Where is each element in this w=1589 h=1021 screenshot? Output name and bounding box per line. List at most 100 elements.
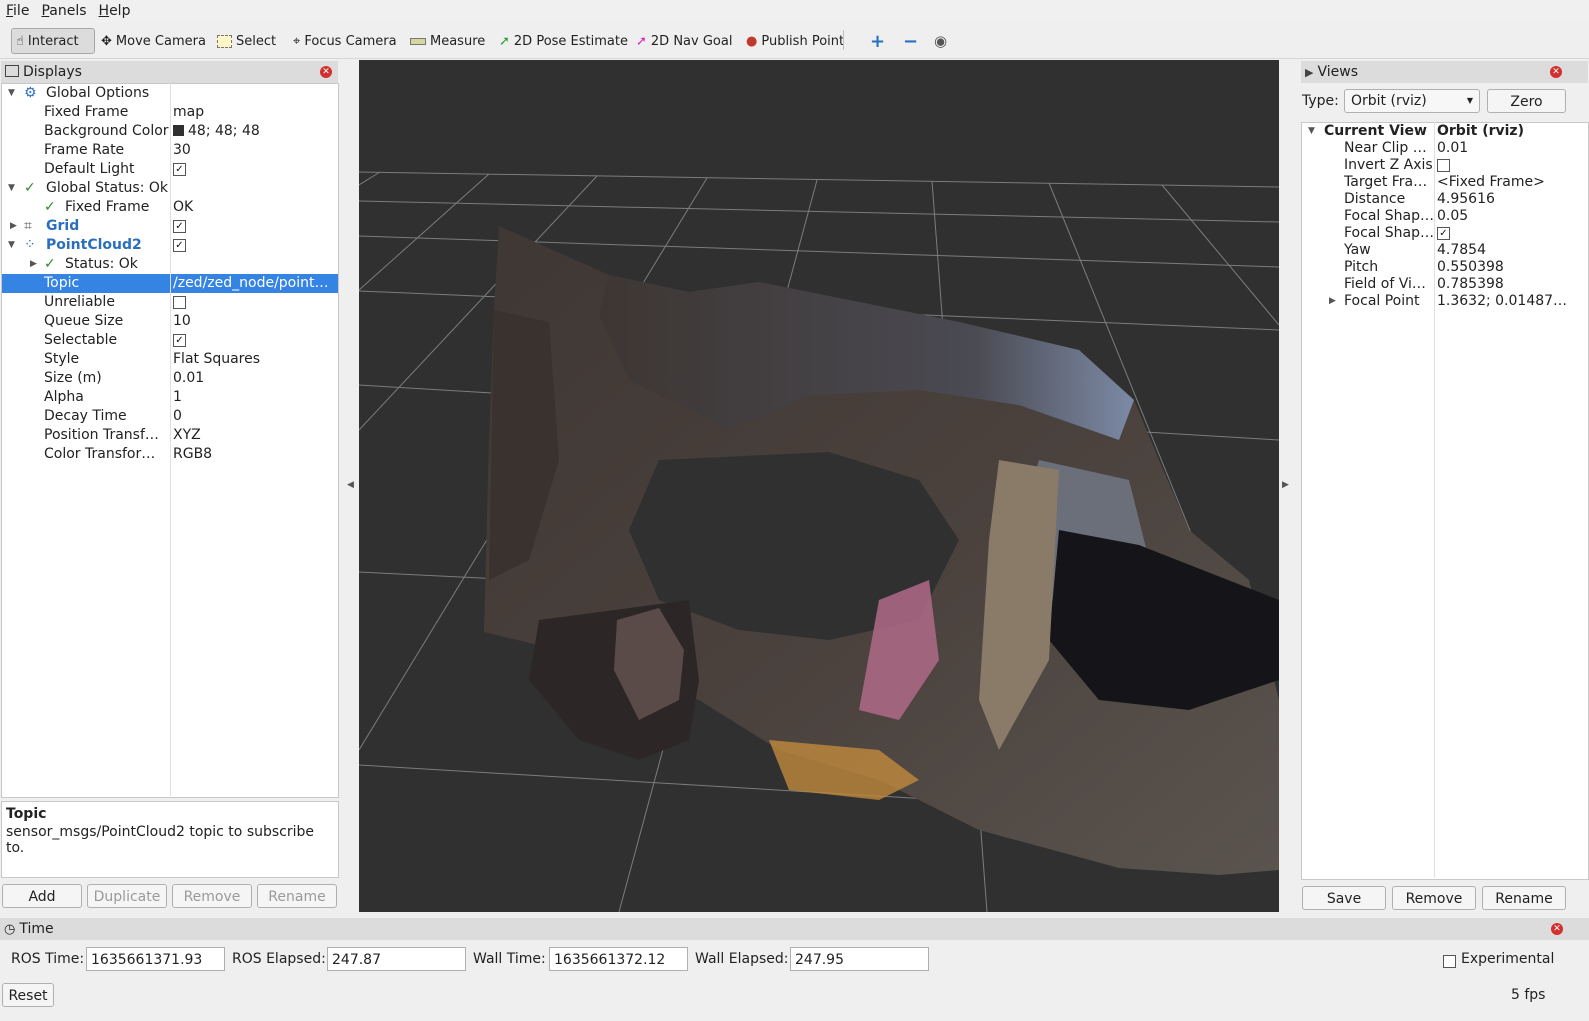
default-light-checkbox[interactable]: ✓ (173, 162, 186, 176)
move-arrows-icon: ✥ (101, 33, 112, 49)
target-frame-value[interactable]: <Fixed Frame> (1437, 174, 1585, 191)
eye-icon[interactable]: ◉ (934, 28, 947, 54)
color-transformer-value[interactable]: RGB8 (173, 445, 333, 464)
tree-row-pitch[interactable]: Pitch 0.550398 (1302, 259, 1588, 276)
description-title: Topic (6, 806, 47, 822)
tree-row-near-clip[interactable]: Near Clip … 0.01 (1302, 140, 1588, 157)
tree-row-field-of-view[interactable]: Field of Vi… 0.785398 (1302, 276, 1588, 293)
focus-camera-tool[interactable]: ⌖ Focus Camera (293, 28, 397, 54)
move-camera-tool[interactable]: ✥ Move Camera (101, 28, 206, 54)
remove-tool-minus-icon[interactable]: − (903, 28, 918, 54)
collapse-left-icon[interactable]: ◀ (347, 480, 354, 490)
fixed-frame-value[interactable]: map (173, 103, 333, 122)
queue-size-value[interactable]: 10 (173, 312, 333, 331)
global-status-label: Global Status: Ok (46, 180, 169, 196)
close-icon[interactable]: ✕ (320, 66, 332, 78)
yaw-value[interactable]: 4.7854 (1437, 242, 1585, 259)
nav-goal-tool[interactable]: ➚ 2D Nav Goal (636, 28, 732, 54)
view-type-label: Type: (1302, 93, 1339, 109)
pitch-value[interactable]: 0.550398 (1437, 259, 1585, 276)
focal-point-value[interactable]: 1.3632; 0.01487… (1437, 293, 1585, 310)
experimental-label: Experimental (1461, 951, 1555, 967)
displays-title-bar: Displays ✕ (1, 61, 338, 83)
select-tool[interactable]: Select (217, 28, 276, 54)
chevron-right-icon[interactable]: ▶ (10, 217, 17, 236)
remove-view-button[interactable]: Remove (1392, 886, 1476, 910)
collapse-right-icon[interactable]: ▶ (1282, 480, 1289, 490)
experimental-checkbox[interactable] (1443, 953, 1456, 969)
tree-row-invert-z[interactable]: Invert Z Axis (1302, 157, 1588, 174)
tree-row-focal-shape-size[interactable]: Focal Shap… 0.05 (1302, 208, 1588, 225)
menu-help[interactable]: Help (93, 0, 137, 22)
selectable-checkbox[interactable]: ✓ (173, 333, 186, 347)
rename-view-button[interactable]: Rename (1482, 886, 1566, 910)
decay-time-value[interactable]: 0 (173, 407, 333, 426)
rename-display-button[interactable]: Rename (257, 884, 337, 908)
view-type-value: Orbit (rviz) (1351, 93, 1427, 109)
save-view-button[interactable]: Save (1302, 886, 1386, 910)
near-clip-value[interactable]: 0.01 (1437, 140, 1585, 157)
topic-value[interactable]: /zed/zed_node/point… (173, 274, 333, 293)
frame-rate-value[interactable]: 30 (173, 141, 333, 160)
grid-label: Grid (46, 218, 80, 234)
duplicate-button[interactable]: Duplicate (87, 884, 167, 908)
measure-tool[interactable]: Measure (410, 28, 485, 54)
render-canvas (359, 171, 1279, 912)
chevron-down-icon[interactable]: ▼ (8, 179, 15, 198)
chevron-down-icon[interactable]: ▼ (8, 236, 15, 255)
nav-goal-label: 2D Nav Goal (650, 33, 733, 49)
wall-elapsed-field[interactable]: 247.95 (790, 947, 929, 971)
menu-panels[interactable]: Panels (35, 0, 92, 22)
zero-button[interactable]: Zero (1487, 89, 1566, 113)
close-icon[interactable]: ✕ (1551, 923, 1563, 935)
menu-file[interactable]: File (0, 0, 35, 22)
view-type-select[interactable]: Orbit (rviz) ▼ (1344, 89, 1480, 113)
pose-estimate-tool[interactable]: ➚ 2D Pose Estimate (499, 28, 628, 54)
chevron-down-icon[interactable]: ▼ (1308, 123, 1315, 140)
pitch-label: Pitch (1344, 259, 1379, 275)
tree-row-current-view[interactable]: ▼ Current View Orbit (rviz) (1302, 123, 1588, 140)
publish-point-tool[interactable]: ● Publish Point (746, 28, 844, 54)
remove-display-button[interactable]: Remove (172, 884, 252, 908)
focus-camera-label: Focus Camera (304, 33, 397, 49)
add-tool-plus-icon[interactable]: + (870, 28, 885, 54)
invert-z-checkbox[interactable] (1437, 158, 1450, 172)
focal-shape-size-value[interactable]: 0.05 (1437, 208, 1585, 225)
wall-time-field[interactable]: 1635661372.12 (549, 947, 688, 971)
tree-row-distance[interactable]: Distance 4.95616 (1302, 191, 1588, 208)
background-color-value-cell[interactable]: 48; 48; 48 (173, 122, 333, 141)
chevron-right-icon[interactable]: ▶ (30, 255, 37, 274)
interact-tool[interactable]: ☝ Interact (11, 28, 95, 54)
experimental-checkbox-box[interactable] (1443, 954, 1456, 968)
tree-row-target-frame[interactable]: Target Fra… <Fixed Frame> (1302, 174, 1588, 191)
color-transformer-label: Color Transfor… (44, 446, 156, 462)
status-ok-label: Status: Ok (65, 256, 138, 272)
pointcloud2-label: PointCloud2 (46, 237, 142, 253)
chevron-right-icon[interactable]: ▶ (1329, 293, 1336, 310)
position-transformer-value[interactable]: XYZ (173, 426, 333, 445)
3d-viewport[interactable] (359, 60, 1279, 912)
tree-row-yaw[interactable]: Yaw 4.7854 (1302, 242, 1588, 259)
unreliable-label: Unreliable (44, 294, 115, 310)
add-button[interactable]: Add (2, 884, 82, 908)
ros-time-field[interactable]: 1635661371.93 (86, 947, 225, 971)
topic-label: Topic (44, 275, 80, 291)
style-value[interactable]: Flat Squares (173, 350, 333, 369)
pointcloud2-checkbox[interactable]: ✓ (173, 238, 186, 252)
unreliable-checkbox[interactable] (173, 295, 186, 309)
chevron-down-icon[interactable]: ▼ (8, 84, 15, 103)
focal-shape-fixed-checkbox[interactable]: ✓ (1437, 226, 1450, 240)
tree-row-focal-shape-fixed[interactable]: Focal Shap… ✓ (1302, 225, 1588, 242)
ruler-icon (410, 37, 426, 45)
field-of-view-value[interactable]: 0.785398 (1437, 276, 1585, 293)
tree-row-focal-point[interactable]: ▶ Focal Point 1.3632; 0.01487… (1302, 293, 1588, 310)
reset-button[interactable]: Reset (2, 983, 54, 1007)
ros-elapsed-field[interactable]: 247.87 (327, 947, 466, 971)
size-value[interactable]: 0.01 (173, 369, 333, 388)
distance-value[interactable]: 4.95616 (1437, 191, 1585, 208)
property-description: Topic sensor_msgs/PointCloud2 topic to s… (1, 801, 339, 878)
grid-checkbox[interactable]: ✓ (173, 219, 186, 233)
alpha-value[interactable]: 1 (173, 388, 333, 407)
publish-point-label: Publish Point (761, 33, 845, 49)
close-icon[interactable]: ✕ (1550, 66, 1562, 78)
